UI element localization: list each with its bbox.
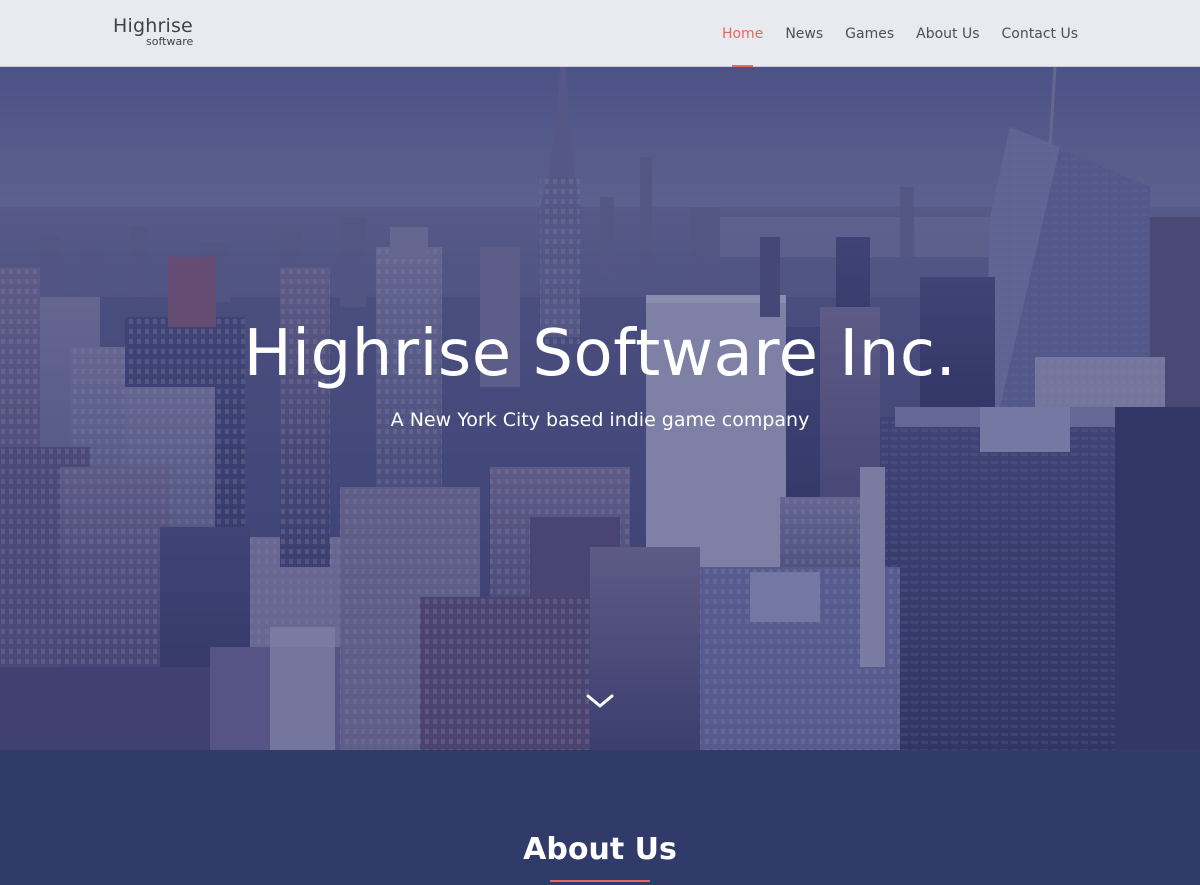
nav-item-games[interactable]: Games (845, 0, 894, 67)
nav-item-news[interactable]: News (785, 0, 823, 67)
nav-item-contact-us[interactable]: Contact Us (1002, 0, 1078, 67)
main-nav: Home News Games About Us Contact Us (700, 0, 1078, 67)
brand-name: Highrise (113, 15, 193, 37)
hero-subtitle: A New York City based indie game company (390, 409, 810, 431)
hero-section: Highrise Software Inc. A New York City b… (0, 67, 1200, 750)
hero-title: Highrise Software Inc. (243, 317, 957, 391)
nav-item-home[interactable]: Home (722, 0, 763, 67)
chevron-down-icon[interactable] (585, 689, 615, 713)
brand-tagline: software (146, 35, 194, 48)
brand-logo[interactable]: Highrise software (113, 15, 194, 48)
about-section: About Us (0, 750, 1200, 885)
about-title-underline (550, 880, 650, 882)
about-title: About Us (523, 832, 677, 867)
nav-item-about-us[interactable]: About Us (916, 0, 979, 67)
top-navbar: Highrise software Home News Games About … (0, 0, 1200, 67)
